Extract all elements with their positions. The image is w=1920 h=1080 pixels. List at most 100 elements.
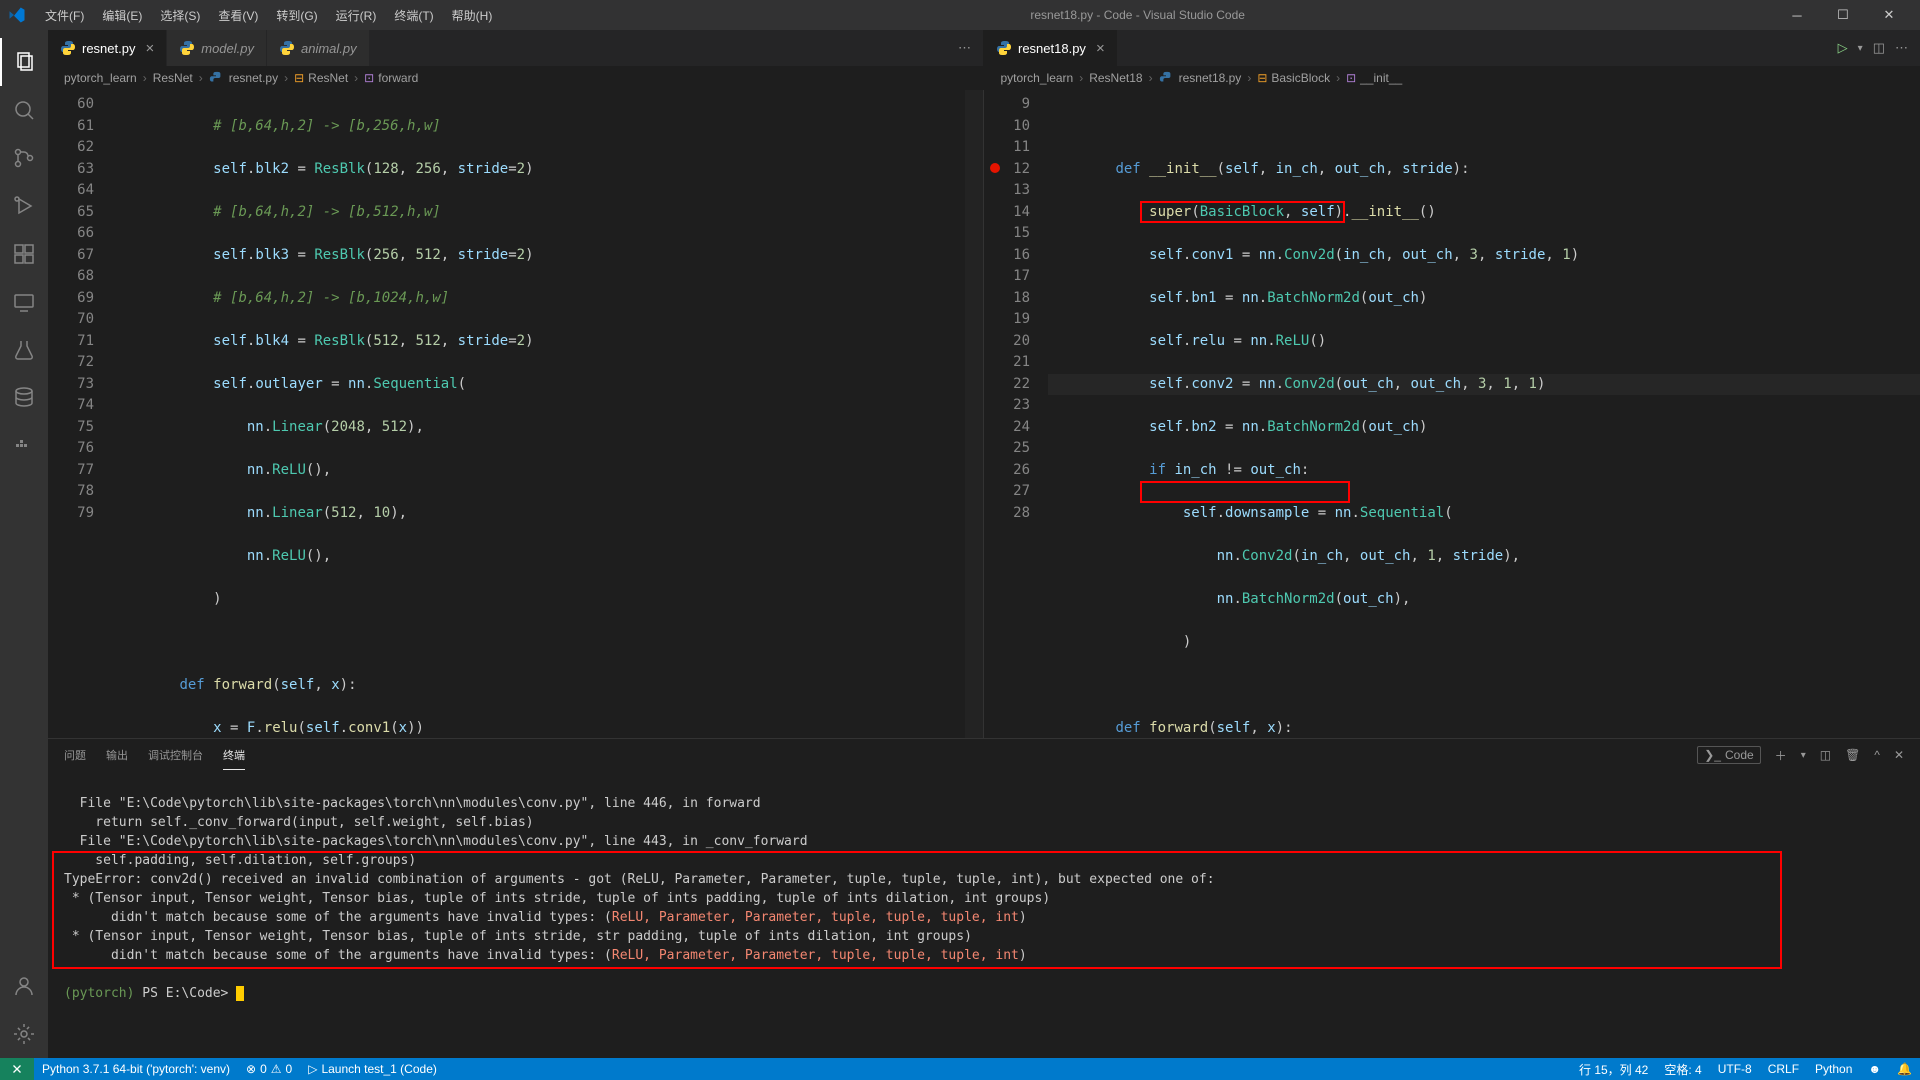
breadcrumb-left[interactable]: pytorch_learn› ResNet› resnet.py› ⊟ResNe… bbox=[48, 66, 985, 90]
activity-bar bbox=[0, 30, 48, 1058]
status-spaces[interactable]: 空格: 4 bbox=[1656, 1061, 1709, 1078]
tab-label: resnet18.py bbox=[1018, 41, 1086, 56]
tab-label: animal.py bbox=[301, 41, 357, 56]
tab-model[interactable]: model.py bbox=[167, 30, 267, 66]
chevron-right-icon: › bbox=[143, 71, 147, 85]
menu-view[interactable]: 查看(V) bbox=[209, 3, 267, 28]
python-icon bbox=[996, 40, 1012, 56]
breakpoint-icon[interactable] bbox=[990, 163, 1000, 173]
panel-tab-output[interactable]: 输出 bbox=[106, 741, 128, 769]
account-icon[interactable] bbox=[0, 962, 48, 1010]
database-icon[interactable] bbox=[0, 374, 48, 422]
minimize-button[interactable]: ─ bbox=[1774, 0, 1820, 30]
tab-label: resnet.py bbox=[82, 41, 135, 56]
terminal-profile-button[interactable]: ❯_ Code bbox=[1697, 746, 1760, 764]
remote-button[interactable] bbox=[0, 1058, 34, 1080]
status-python[interactable]: Python 3.7.1 64-bit ('pytorch': venv) bbox=[34, 1062, 238, 1076]
bc-segment[interactable]: __init__ bbox=[1360, 71, 1402, 85]
chevron-right-icon: › bbox=[199, 71, 203, 85]
bell-icon[interactable]: 🔔 bbox=[1889, 1061, 1920, 1078]
more-icon[interactable]: ⋯ bbox=[1895, 40, 1908, 56]
menu-edit[interactable]: 编辑(E) bbox=[93, 3, 151, 28]
settings-icon[interactable] bbox=[0, 1010, 48, 1058]
terminal-profile-label: Code bbox=[1725, 748, 1754, 762]
status-language[interactable]: Python bbox=[1807, 1061, 1860, 1078]
close-icon[interactable]: ✕ bbox=[1894, 748, 1904, 762]
line-gutter: 6061626364656667686970717273747576777879 bbox=[48, 90, 112, 738]
terminal-content[interactable]: File "E:\Code\pytorch\lib\site-packages\… bbox=[48, 771, 1920, 1058]
tab-resnet18[interactable]: resnet18.py × bbox=[984, 30, 1118, 66]
trash-icon[interactable]: 🗑 bbox=[1845, 748, 1860, 762]
tab-label: model.py bbox=[201, 41, 254, 56]
debug-icon[interactable] bbox=[0, 182, 48, 230]
panel-tab-problems[interactable]: 问题 bbox=[64, 741, 86, 769]
chevron-down-icon[interactable]: ▾ bbox=[1858, 43, 1863, 54]
chevron-right-icon: › bbox=[1247, 71, 1251, 85]
close-icon[interactable]: × bbox=[1096, 40, 1105, 57]
tabs-left-group: resnet.py × model.py animal.py ⋯ bbox=[48, 30, 984, 66]
chevron-up-icon[interactable]: ^ bbox=[1874, 748, 1880, 762]
code-content[interactable]: # [b,64,h,2] -> [b,256,h,w] self.blk2 = … bbox=[112, 90, 983, 738]
chevron-right-icon: › bbox=[1149, 71, 1153, 85]
more-icon[interactable]: ⋯ bbox=[958, 40, 971, 56]
bottom-panel: 问题 输出 调试控制台 终端 ❯_ Code ＋ ▾ ◫ 🗑 ^ ✕ File … bbox=[48, 738, 1920, 1058]
menu-terminal[interactable]: 终端(T) bbox=[385, 3, 442, 28]
editor-area: resnet.py × model.py animal.py ⋯ resnet1… bbox=[48, 30, 1920, 1058]
close-button[interactable]: ✕ bbox=[1866, 0, 1912, 30]
remote-explorer-icon[interactable] bbox=[0, 278, 48, 326]
bc-segment[interactable]: ResNet18 bbox=[1089, 71, 1142, 85]
breadcrumb-right[interactable]: pytorch_learn› ResNet18› resnet18.py› ⊟B… bbox=[985, 66, 1920, 90]
status-problems[interactable]: ⊗0 ⚠0 bbox=[238, 1062, 300, 1076]
run-icon[interactable]: ▷ bbox=[1838, 40, 1848, 56]
chevron-right-icon: › bbox=[354, 71, 358, 85]
split-terminal-icon[interactable]: ◫ bbox=[1820, 748, 1831, 762]
tab-resnet[interactable]: resnet.py × bbox=[48, 30, 167, 66]
highlight-box bbox=[1140, 481, 1350, 503]
menu-bar: 文件(F) 编辑(E) 选择(S) 查看(V) 转到(G) 运行(R) 终端(T… bbox=[36, 3, 501, 28]
panel-tab-terminal[interactable]: 终端 bbox=[223, 741, 245, 770]
menu-select[interactable]: 选择(S) bbox=[151, 3, 209, 28]
warning-icon: ⚠ bbox=[271, 1062, 282, 1076]
add-terminal-icon[interactable]: ＋ bbox=[1775, 747, 1787, 764]
source-control-icon[interactable] bbox=[0, 134, 48, 182]
chevron-right-icon: › bbox=[1336, 71, 1340, 85]
panel-tab-debug[interactable]: 调试控制台 bbox=[148, 741, 203, 769]
bc-segment[interactable]: resnet18.py bbox=[1179, 71, 1242, 85]
bc-segment[interactable]: pytorch_learn bbox=[64, 71, 137, 85]
bc-segment[interactable]: BasicBlock bbox=[1271, 71, 1330, 85]
explorer-icon[interactable] bbox=[0, 38, 48, 86]
python-icon bbox=[1159, 71, 1173, 85]
tab-animal[interactable]: animal.py bbox=[267, 30, 370, 66]
bc-segment[interactable]: resnet.py bbox=[229, 71, 278, 85]
tabs-right-group: resnet18.py × ▷ ▾ ◫ ⋯ bbox=[984, 30, 1920, 66]
editor-right[interactable]: 910111213141516171819202122232425262728 … bbox=[984, 90, 1920, 738]
editor-left[interactable]: 6061626364656667686970717273747576777879… bbox=[48, 90, 984, 738]
status-bar: Python 3.7.1 64-bit ('pytorch': venv) ⊗0… bbox=[0, 1058, 1920, 1080]
code-content[interactable]: def __init__(self, in_ch, out_ch, stride… bbox=[1048, 90, 1920, 738]
python-icon bbox=[209, 71, 223, 85]
maximize-button[interactable]: ☐ bbox=[1820, 0, 1866, 30]
menu-file[interactable]: 文件(F) bbox=[36, 3, 93, 28]
bc-segment[interactable]: forward bbox=[378, 71, 418, 85]
menu-run[interactable]: 运行(R) bbox=[327, 3, 386, 28]
chevron-down-icon[interactable]: ▾ bbox=[1801, 750, 1806, 761]
menu-goto[interactable]: 转到(G) bbox=[267, 3, 326, 28]
feedback-icon[interactable]: ☻ bbox=[1860, 1061, 1889, 1078]
status-launch[interactable]: ▷ Launch test_1 (Code) bbox=[300, 1062, 445, 1076]
status-eol[interactable]: CRLF bbox=[1760, 1061, 1807, 1078]
testing-icon[interactable] bbox=[0, 326, 48, 374]
status-encoding[interactable]: UTF-8 bbox=[1710, 1061, 1760, 1078]
split-icon[interactable]: ◫ bbox=[1873, 40, 1885, 56]
docker-icon[interactable] bbox=[0, 422, 48, 470]
line-gutter: 910111213141516171819202122232425262728 bbox=[984, 90, 1048, 738]
status-line-col[interactable]: 行 15，列 42 bbox=[1571, 1061, 1656, 1078]
menu-help[interactable]: 帮助(H) bbox=[443, 3, 502, 28]
extensions-icon[interactable] bbox=[0, 230, 48, 278]
bc-segment[interactable]: ResNet bbox=[308, 71, 348, 85]
bc-segment[interactable]: pytorch_learn bbox=[1001, 71, 1074, 85]
bc-segment[interactable]: ResNet bbox=[153, 71, 193, 85]
search-icon[interactable] bbox=[0, 86, 48, 134]
minimap[interactable] bbox=[965, 90, 983, 738]
vscode-icon bbox=[8, 6, 26, 24]
close-icon[interactable]: × bbox=[145, 40, 154, 57]
